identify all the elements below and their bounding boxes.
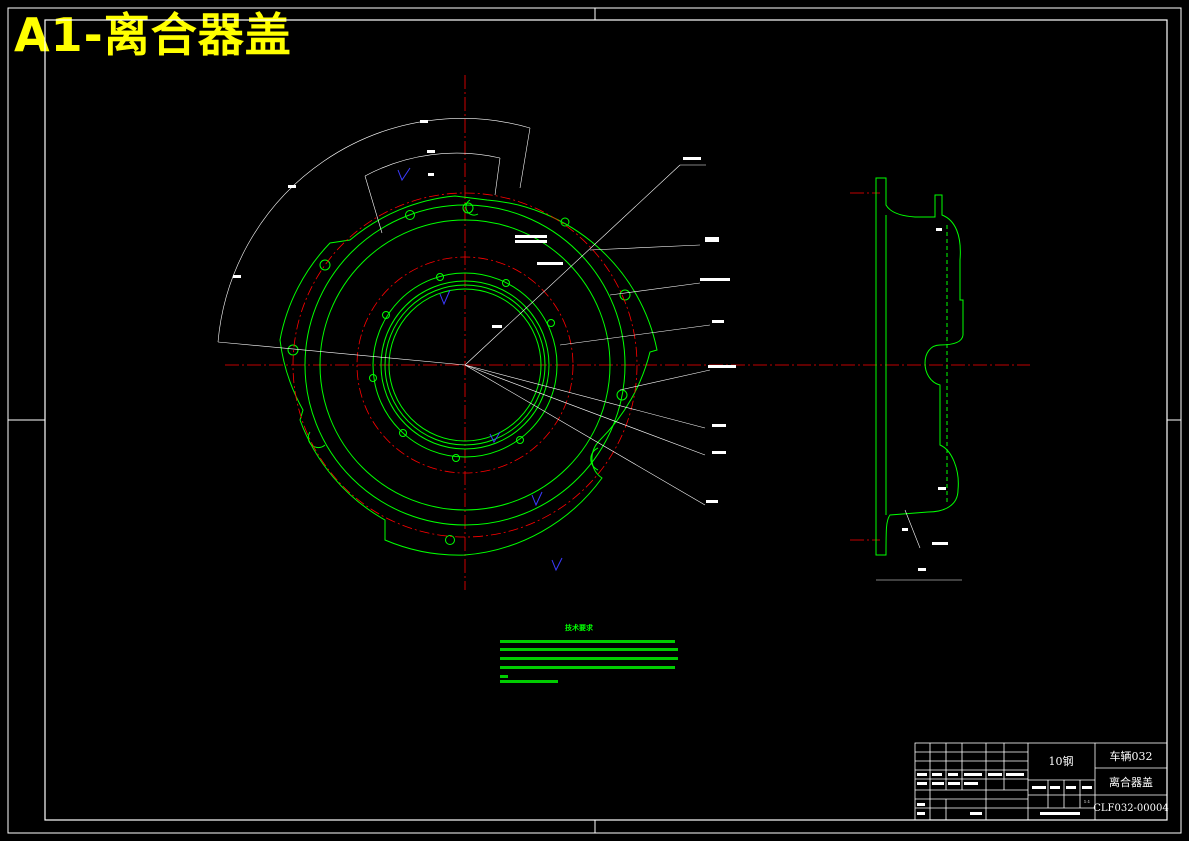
drawing-sheet: A1-离合器盖 技术要求 10钢 车辆032 离合器盖 CLF032-00004… — [0, 0, 1189, 841]
sheet-frame — [7, 7, 1182, 834]
notes-title: 技术要求 — [565, 623, 594, 632]
scale-label: 1:1 — [1084, 799, 1090, 804]
section-view — [875, 177, 964, 581]
project-label: 车辆032 — [1110, 749, 1153, 763]
dimension-ticks — [233, 120, 948, 571]
cad-drawing: 技术要求 10钢 车辆032 离合器盖 CLF032-00004 1:1 — [7, 7, 1182, 834]
material-label: 10钢 — [1049, 755, 1074, 768]
drawing-number-label: CLF032-00004 — [1093, 803, 1169, 814]
technical-notes: 技术要求 — [500, 623, 678, 683]
part-name-label: 离合器盖 — [1109, 775, 1153, 789]
front-view — [279, 195, 658, 556]
centerlines — [225, 75, 1030, 590]
